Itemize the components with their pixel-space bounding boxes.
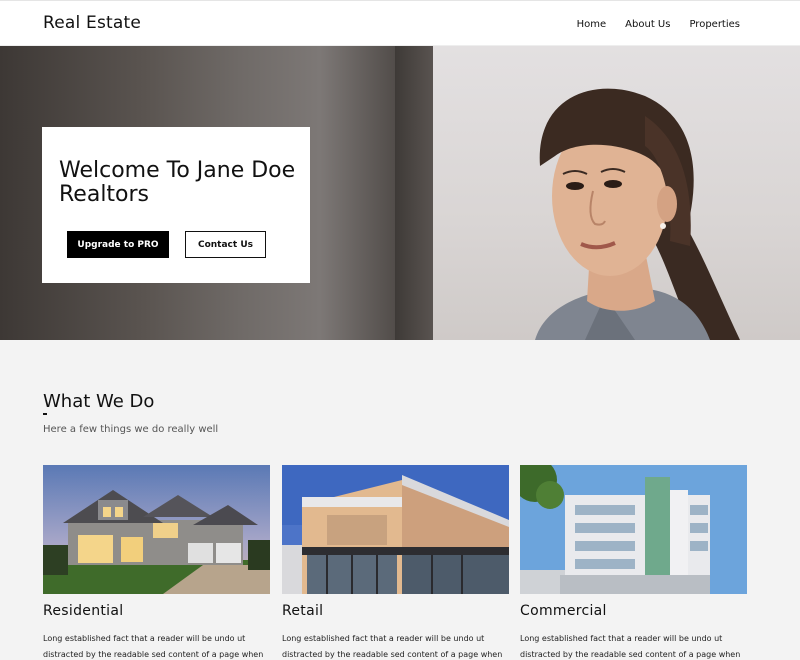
section-divider — [43, 413, 47, 415]
section-title: What We Do — [43, 391, 155, 412]
hero-banner: Welcome To Jane Doe Realtors Upgrade to … — [0, 46, 800, 340]
hero-card: Welcome To Jane Doe Realtors Upgrade to … — [42, 127, 310, 283]
retail-description: Long established fact that a reader will… — [282, 634, 503, 659]
hero-title: Welcome To Jane Doe Realtors — [59, 158, 296, 207]
hero-portrait-image — [535, 88, 740, 340]
nav-about-us[interactable]: About Us — [625, 19, 670, 30]
commercial-title[interactable]: Commercial — [520, 603, 607, 619]
service-card-commercial[interactable]: Commercial Long established fact that a … — [520, 465, 747, 659]
main-nav: Home About Us Properties — [558, 19, 740, 30]
residential-description: Long established fact that a reader will… — [43, 634, 264, 659]
nav-home[interactable]: Home — [577, 19, 607, 30]
commercial-description: Long established fact that a reader will… — [520, 634, 741, 659]
service-card-residential[interactable]: Residential Long established fact that a… — [43, 465, 270, 659]
contact-us-button[interactable]: Contact Us — [185, 231, 266, 258]
site-brand[interactable]: Real Estate — [43, 13, 141, 33]
upgrade-to-pro-button[interactable]: Upgrade to PRO — [67, 231, 169, 258]
nav-properties[interactable]: Properties — [689, 19, 740, 30]
retail-title[interactable]: Retail — [282, 603, 323, 619]
hero-background-pillar — [395, 46, 433, 340]
residential-title[interactable]: Residential — [43, 603, 123, 619]
service-card-retail[interactable]: Retail Long established fact that a read… — [282, 465, 509, 659]
site-header: Real Estate Home About Us Properties — [0, 0, 800, 46]
section-subtitle: Here a few things we do really well — [43, 424, 219, 435]
commercial-image[interactable] — [520, 465, 747, 594]
residential-image[interactable] — [43, 465, 270, 594]
retail-image[interactable] — [282, 465, 509, 594]
